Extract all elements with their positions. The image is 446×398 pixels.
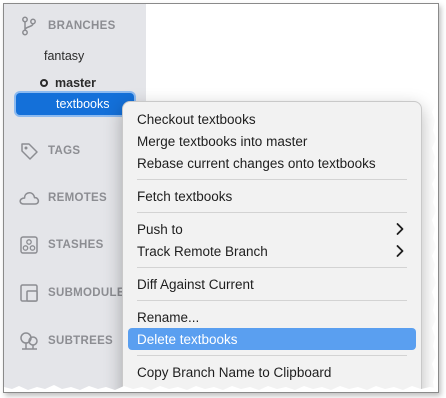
section-remotes[interactable]: REMOTES [18, 188, 107, 208]
menu-item-delete[interactable]: Delete textbooks [128, 328, 416, 350]
menu-separator [137, 267, 407, 268]
menu-item-label: Merge textbooks into master [137, 133, 308, 149]
menu-separator [137, 300, 407, 301]
section-subtrees[interactable]: SUBTREES [18, 331, 113, 351]
branch-item-fantasy[interactable]: fantasy [44, 46, 84, 66]
torn-edge-bottom [4, 385, 438, 392]
branch-icon [18, 16, 40, 36]
menu-item-merge[interactable]: Merge textbooks into master [128, 130, 416, 152]
menu-item-label: Checkout textbooks [137, 111, 256, 127]
stash-icon [18, 235, 40, 255]
section-subtrees-label: SUBTREES [48, 335, 114, 347]
menu-item-label: Diff Against Current [137, 276, 254, 292]
section-tags[interactable]: TAGS [18, 141, 80, 161]
menu-item-track-remote-branch[interactable]: Track Remote Branch [128, 240, 416, 262]
current-branch-indicator [40, 79, 48, 87]
menu-item-label: Delete textbooks [137, 331, 238, 347]
menu-item-label: Fetch textbooks [137, 188, 233, 204]
menu-item-checkout[interactable]: Checkout textbooks [128, 108, 416, 130]
menu-separator [137, 212, 407, 213]
tag-icon [18, 141, 40, 161]
menu-item-copy-branch-name[interactable]: Copy Branch Name to Clipboard [128, 361, 416, 383]
menu-item-label: Copy Branch Name to Clipboard [137, 364, 332, 380]
branch-item-label: fantasy [44, 49, 85, 63]
section-stashes-label: STASHES [48, 239, 104, 251]
branch-item-master[interactable]: master [40, 73, 96, 93]
screenshot-frame: BRANCHES fantasy master textbooks TAGS R… [3, 3, 439, 393]
menu-item-fetch[interactable]: Fetch textbooks [128, 185, 416, 207]
menu-item-label: Push to [137, 221, 183, 237]
menu-separator [137, 179, 407, 180]
menu-item-label: Rename... [137, 309, 200, 325]
section-remotes-label: REMOTES [48, 192, 107, 204]
chevron-right-icon [394, 222, 406, 236]
menu-item-diff-against-current[interactable]: Diff Against Current [128, 273, 416, 295]
chevron-right-icon [394, 244, 406, 258]
section-submodules[interactable]: SUBMODULE [18, 283, 125, 303]
section-submodules-label: SUBMODULE [48, 287, 125, 299]
submodule-icon [18, 283, 40, 303]
torn-edge-right [432, 4, 438, 392]
menu-item-rename[interactable]: Rename... [128, 306, 416, 328]
menu-item-label: Track Remote Branch [137, 243, 268, 259]
cloud-icon [18, 188, 40, 208]
branch-item-textbooks[interactable]: textbooks [16, 93, 134, 115]
menu-item-rebase[interactable]: Rebase current changes onto textbooks [128, 152, 416, 174]
branch-context-menu: Checkout textbooks Merge textbooks into … [122, 101, 422, 392]
menu-item-push-to[interactable]: Push to [128, 218, 416, 240]
section-tags-label: TAGS [48, 145, 81, 157]
branch-item-label: textbooks [56, 97, 110, 111]
branch-item-label: master [55, 76, 96, 90]
section-stashes[interactable]: STASHES [18, 235, 104, 255]
section-branches[interactable]: BRANCHES [18, 16, 116, 36]
subtree-icon [18, 331, 40, 351]
section-branches-label: BRANCHES [48, 20, 116, 32]
menu-separator [137, 355, 407, 356]
menu-item-label: Rebase current changes onto textbooks [137, 155, 376, 171]
